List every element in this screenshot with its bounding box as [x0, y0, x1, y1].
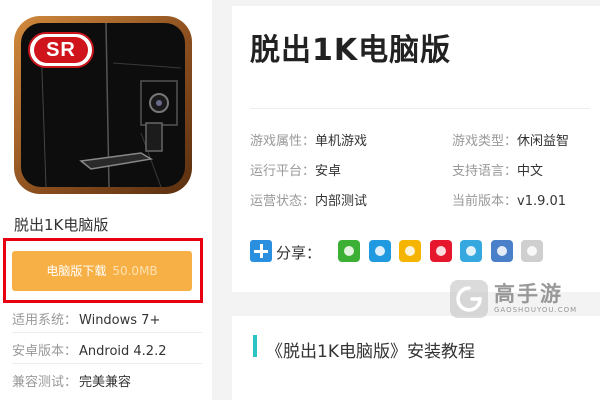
- download-size: 50.0MB: [112, 264, 158, 278]
- page-title: 脱出1K电脑版: [250, 33, 452, 68]
- qzone-icon[interactable]: [399, 240, 421, 262]
- share-label: 分享：: [276, 244, 322, 262]
- attr-label: 当前版本：: [452, 194, 518, 209]
- pc-download-button[interactable]: 电脑版下载 50.0MB: [12, 251, 192, 291]
- spec-label: 适用系统：: [12, 313, 78, 328]
- attr-label: 游戏属性：: [250, 134, 316, 149]
- wechat-icon[interactable]: [338, 240, 360, 262]
- app-icon[interactable]: SR: [14, 16, 192, 194]
- app-name: 脱出1K电脑版: [14, 216, 109, 234]
- divider: [12, 363, 202, 364]
- attr-label: 运行平台：: [250, 164, 316, 179]
- qq-icon[interactable]: [368, 240, 391, 262]
- attr-status: 运营状态：内部测试: [250, 190, 367, 209]
- spec-label: 安卓版本：: [12, 344, 78, 359]
- attr-game-property: 游戏属性：单机游戏: [250, 130, 367, 149]
- attr-value: 安卓: [315, 164, 342, 179]
- sr-badge-text: SR: [34, 37, 88, 63]
- attr-value: 内部测试: [315, 194, 368, 209]
- attr-label: 支持语言：: [452, 164, 518, 179]
- watermark-logo-icon: [450, 280, 488, 318]
- attr-game-type: 游戏类型：休闲益智: [452, 130, 569, 149]
- watermark-domain: GAOSHOUYOU.COM: [494, 306, 578, 314]
- attr-label: 运营状态：: [250, 194, 316, 209]
- download-label: 电脑版下载: [46, 264, 107, 278]
- title-divider: [250, 108, 590, 109]
- attr-value: 单机游戏: [315, 134, 368, 149]
- copy-icon[interactable]: [521, 240, 543, 262]
- tutorial-accent-bar: [253, 335, 257, 357]
- spec-row-system: 适用系统： Windows 7+: [12, 309, 160, 328]
- attr-label: 游戏类型：: [452, 134, 518, 149]
- divider: [12, 332, 202, 333]
- weibo-icon[interactable]: [429, 240, 452, 262]
- sr-badge: SR: [28, 32, 94, 68]
- attr-value: v1.9.01: [517, 194, 567, 209]
- print-icon[interactable]: [490, 240, 513, 262]
- spec-value: 完美兼容: [79, 375, 132, 390]
- tutorial-title[interactable]: 《脱出1K电脑版》安装教程: [266, 337, 475, 362]
- share-plus-icon[interactable]: [250, 240, 272, 262]
- tencent-weibo-icon[interactable]: [460, 240, 482, 262]
- spec-label: 兼容测试：: [12, 375, 78, 390]
- attr-platform: 运行平台：安卓: [250, 160, 341, 179]
- attr-version: 当前版本：v1.9.01: [452, 190, 566, 209]
- attr-value: 中文: [517, 164, 544, 179]
- spec-value: Windows 7+: [79, 313, 161, 328]
- watermark: 高手游 GAOSHOUYOU.COM: [450, 278, 590, 320]
- spec-value: Android 4.2.2: [79, 344, 167, 359]
- attr-language: 支持语言：中文: [452, 160, 543, 179]
- attr-value[interactable]: 休闲益智: [517, 134, 569, 149]
- spec-row-compat: 兼容测试： 完美兼容: [12, 371, 131, 390]
- watermark-name: 高手游: [494, 282, 563, 306]
- spec-row-android: 安卓版本： Android 4.2.2: [12, 340, 167, 359]
